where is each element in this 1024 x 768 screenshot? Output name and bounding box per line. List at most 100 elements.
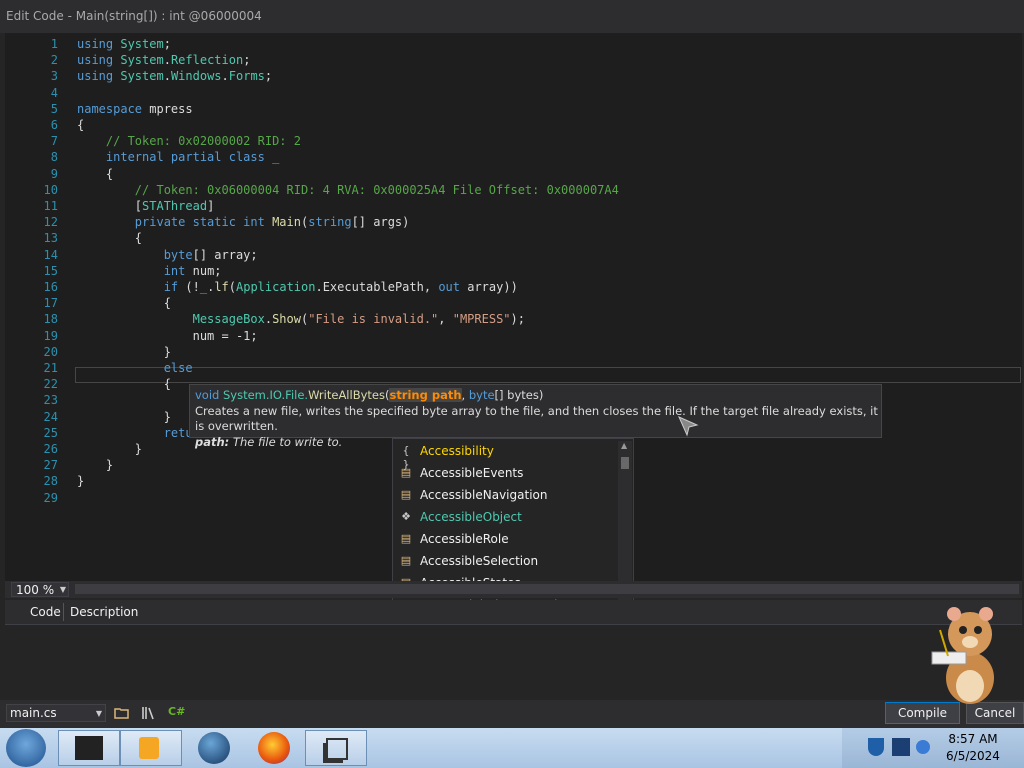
bottom-toolbar: main.cs ▼ C# Compile Cancel [0,700,1024,728]
code-text: } [77,474,85,489]
completion-item-label: Accessibility [420,444,494,458]
code-text: else [163,361,193,375]
taskbar-app-media[interactable] [120,730,182,766]
code-line: 4 [5,85,1022,101]
error-list-header: Code Description [5,600,1022,625]
file-select-value: main.cs [10,706,57,720]
column-divider [63,603,64,621]
enum-icon: ▤ [400,532,412,545]
horizontal-scrollbar[interactable] [75,584,1019,594]
line-number: 5 [50,101,58,116]
code-text: { [77,377,171,392]
enum-icon: ▤ [400,554,412,567]
param-desc: The file to write to. [229,434,343,449]
zoom-value: 100 % [16,583,55,597]
line-number: 26 [43,442,58,456]
code-text: { [77,166,114,181]
column-code[interactable]: Code [30,600,61,624]
taskbar-app-terminal[interactable] [58,730,120,766]
completion-item-label: AccessibleEvents [420,466,524,480]
class-icon: ❖ [401,510,411,523]
code-line: 3 using System.Windows.Forms; [5,68,1022,84]
completion-item-label: AccessibleNavigation [420,488,548,502]
code-text: } [77,344,171,359]
code-text: // Token: 0x02000002 RID: 2 [105,134,301,149]
code-line: 5 namespace mpress [5,101,1022,117]
completion-item-label: AccessibleObject [420,510,522,524]
taskbar-app-globe[interactable] [198,732,230,764]
line-number: 15 [43,263,58,278]
code-line: 11 [STAThread] [5,198,1022,214]
taskbar-app-firefox[interactable] [258,732,290,764]
code-text: private static int Main(string[] args) [134,215,410,230]
taskbar-app-windows[interactable] [305,730,367,766]
completion-item[interactable]: ▤ AccessibleEvents [393,462,618,484]
code-line: 16 if (!_.lf(Application.ExecutablePath,… [5,279,1022,295]
mouse-cursor-icon [678,416,699,437]
line-number: 1 [50,37,58,51]
tray-shield-icon[interactable] [868,738,884,756]
enum-icon: ▤ [400,488,412,501]
sig-current-param: string path [389,388,462,402]
line-number: 29 [43,490,58,505]
tray-network-icon[interactable] [892,738,910,756]
parameter-info-tooltip: void System.IO.File.WriteAllBytes(string… [189,384,882,449]
column-description[interactable]: Description [70,600,138,624]
line-number: 28 [43,474,58,489]
scroll-up-icon[interactable]: ▲ [621,441,627,450]
completion-item[interactable]: { } Accessibility [393,440,618,471]
completion-item[interactable]: ▤ AccessibleNavigation [393,484,618,506]
code-text: } [77,409,171,424]
line-number: 12 [43,215,58,230]
line-number: 23 [43,393,58,408]
chevron-down-icon: ▼ [95,709,102,718]
line-number: 4 [50,85,58,100]
line-number: 16 [43,280,58,294]
sig-method: WriteAllBytes [308,388,385,402]
code-text: if (!_.lf(Application.ExecutablePath, ou… [163,280,518,294]
code-text: using System.Windows.Forms; [77,69,273,84]
tooltip-description: Creates a new file, writes the specified… [195,403,878,434]
sig-class: System.IO.File. [223,388,309,402]
enum-icon: ▤ [400,466,412,479]
completion-item[interactable]: ❖ AccessibleObject [393,506,618,528]
clock-date: 6/5/2024 [946,749,1000,763]
code-line: 7 // Token: 0x02000002 RID: 2 [5,133,1022,149]
line-number: 18 [43,312,58,327]
tray-volume-icon[interactable] [916,740,930,754]
line-number: 20 [43,344,58,359]
tooltip-signature: void System.IO.File.WriteAllBytes(string… [195,388,544,402]
start-button[interactable] [6,729,46,767]
clock[interactable]: 8:57 AM 6/5/2024 [938,731,1008,765]
terminal-app-icon [75,736,103,760]
code-text: { [77,231,143,246]
code-text: retu [163,425,193,440]
code-text: namespace mpress [77,101,193,116]
code-line: 15 int num; [5,263,1022,279]
line-number: 13 [43,231,58,246]
sig-param2-name: [] bytes) [494,388,544,402]
error-list-panel: Code Description [5,600,1022,700]
library-icon[interactable] [141,705,157,721]
code-text: using System; [77,37,171,51]
editor-statusbar: 100 % ▼ [5,581,1022,598]
line-number: 21 [43,361,58,375]
code-line: 17 { [5,295,1022,311]
code-text: { [77,118,85,132]
code-line: 20 } [5,344,1022,360]
code-text: } [77,458,114,473]
code-line: 8 internal partial class _ [5,149,1022,165]
file-select[interactable]: main.cs ▼ [6,704,106,722]
code-text: [STAThread] [77,199,215,213]
code-line: 19 num = -1; [5,328,1022,344]
zoom-select[interactable]: 100 % ▼ [11,582,69,597]
code-line: 9 { [5,166,1022,182]
line-number: 19 [43,328,58,343]
code-line: 12 private static int Main(string[] args… [5,214,1022,230]
completion-item-label: AccessibleSelection [420,554,539,568]
csharp-language-icon[interactable]: C# [168,705,185,718]
completion-item[interactable]: ▤ AccessibleSelection [393,550,618,572]
scroll-thumb[interactable] [621,457,629,469]
completion-item[interactable]: ▤ AccessibleRole [393,528,618,550]
open-folder-icon[interactable] [114,705,130,721]
